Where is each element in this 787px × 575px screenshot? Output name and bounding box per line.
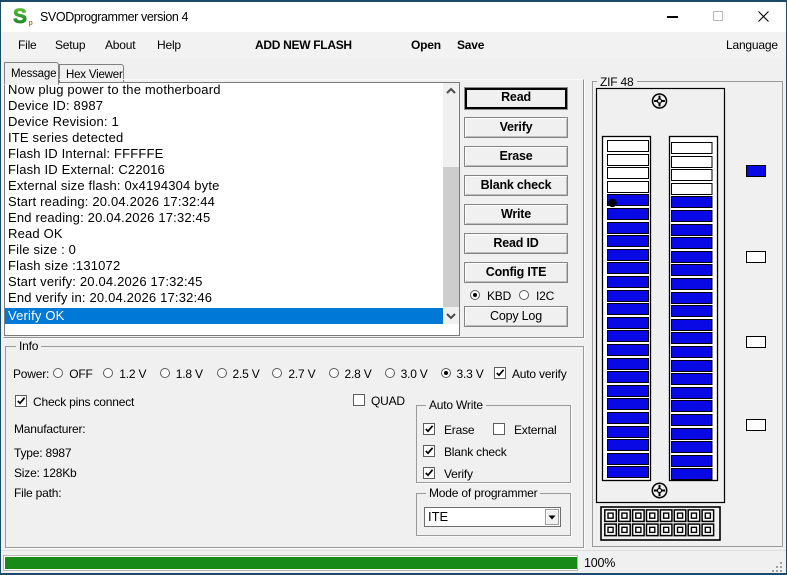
svg-text:S: S bbox=[13, 6, 27, 28]
svg-text:ZIF 48: ZIF 48 bbox=[600, 76, 634, 89]
svg-text:p: p bbox=[29, 20, 33, 27]
